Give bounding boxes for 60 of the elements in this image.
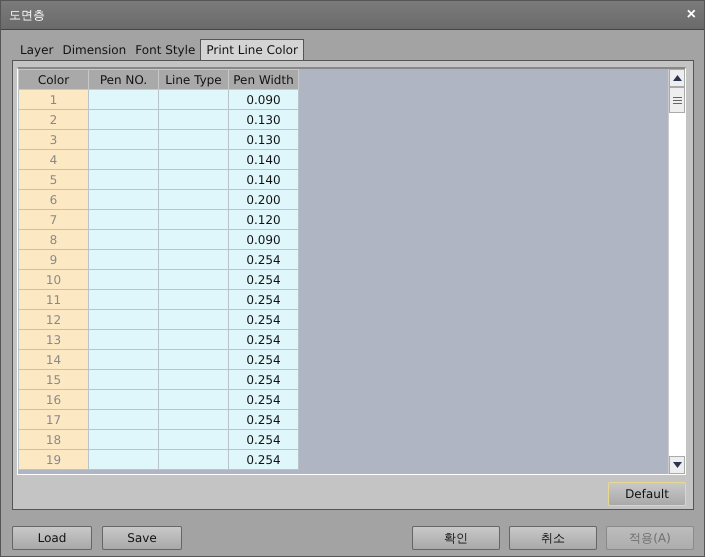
scroll-up-button[interactable] [669, 69, 685, 87]
table-cell: 12 [46, 312, 62, 326]
table-cell: 0.140 [246, 152, 281, 166]
dialog-button[interactable]: 취소 [509, 526, 597, 550]
table-cell: 7 [50, 212, 58, 226]
tab[interactable]: Font Style [131, 43, 200, 60]
table-cell: 2 [50, 112, 58, 126]
close-button[interactable]: × [686, 7, 696, 23]
table-cell: 0.254 [246, 352, 281, 366]
table-cell: 16 [46, 392, 62, 406]
up-arrow-icon [672, 75, 682, 81]
grip-icon [672, 96, 682, 104]
table-cell: 0.254 [246, 432, 281, 446]
table-cell: 0.254 [246, 332, 281, 346]
table-cell: 11 [46, 292, 62, 306]
column-header[interactable]: Color [18, 70, 88, 90]
scroll-thumb[interactable] [669, 87, 685, 113]
table-cell: 1 [50, 92, 58, 106]
table-cell: 0.120 [246, 212, 281, 226]
table-cell: 4 [50, 152, 58, 166]
table-cell: 13 [46, 332, 62, 346]
table-cell: 0.254 [246, 312, 281, 326]
scroll-down-button[interactable] [669, 456, 685, 474]
table-cell: 15 [46, 372, 62, 386]
tab[interactable]: Dimension [58, 43, 132, 60]
table-cell: 0.254 [246, 392, 281, 406]
table-cell: 0.254 [246, 252, 281, 266]
table-cell: 18 [46, 432, 62, 446]
down-arrow-icon [672, 462, 682, 468]
table-cell: 0.254 [246, 372, 281, 386]
table-cell: 0.254 [246, 412, 281, 426]
table-cell: 5 [50, 172, 58, 186]
table-cell: 3 [50, 132, 58, 146]
tab[interactable]: Print Line Color [200, 39, 304, 60]
scrollbar[interactable] [668, 69, 685, 474]
table-cell: 14 [46, 352, 62, 366]
default-button[interactable]: Default [608, 482, 686, 506]
column-header[interactable]: Pen NO. [88, 70, 158, 90]
dialog-button[interactable]: Load [12, 526, 92, 550]
table-cell: 0.254 [246, 452, 281, 466]
table-cell: 6 [50, 192, 58, 206]
dialog-button[interactable]: 확인 [412, 526, 500, 550]
table-cell: 0.140 [246, 172, 281, 186]
table-cell: 0.254 [246, 292, 281, 306]
table-cell: 0.130 [246, 112, 281, 126]
window-title: 도면층 [9, 6, 45, 24]
table-cell: 0.090 [246, 232, 281, 246]
table-cell: 19 [46, 452, 62, 466]
table-cell: 10 [46, 272, 62, 286]
table-cell: 0.200 [246, 192, 281, 206]
tab[interactable]: Layer [16, 43, 58, 60]
table-cell: 17 [46, 412, 62, 426]
table-cell: 0.254 [246, 272, 281, 286]
table-cell: 9 [50, 252, 58, 266]
table-cell: 0.090 [246, 92, 281, 106]
dialog-button[interactable]: Save [102, 526, 182, 550]
column-header[interactable]: Line Type [158, 70, 228, 90]
column-header[interactable]: Pen Width [228, 70, 298, 90]
table-cell: 0.130 [246, 132, 281, 146]
table-cell: 8 [50, 232, 58, 246]
